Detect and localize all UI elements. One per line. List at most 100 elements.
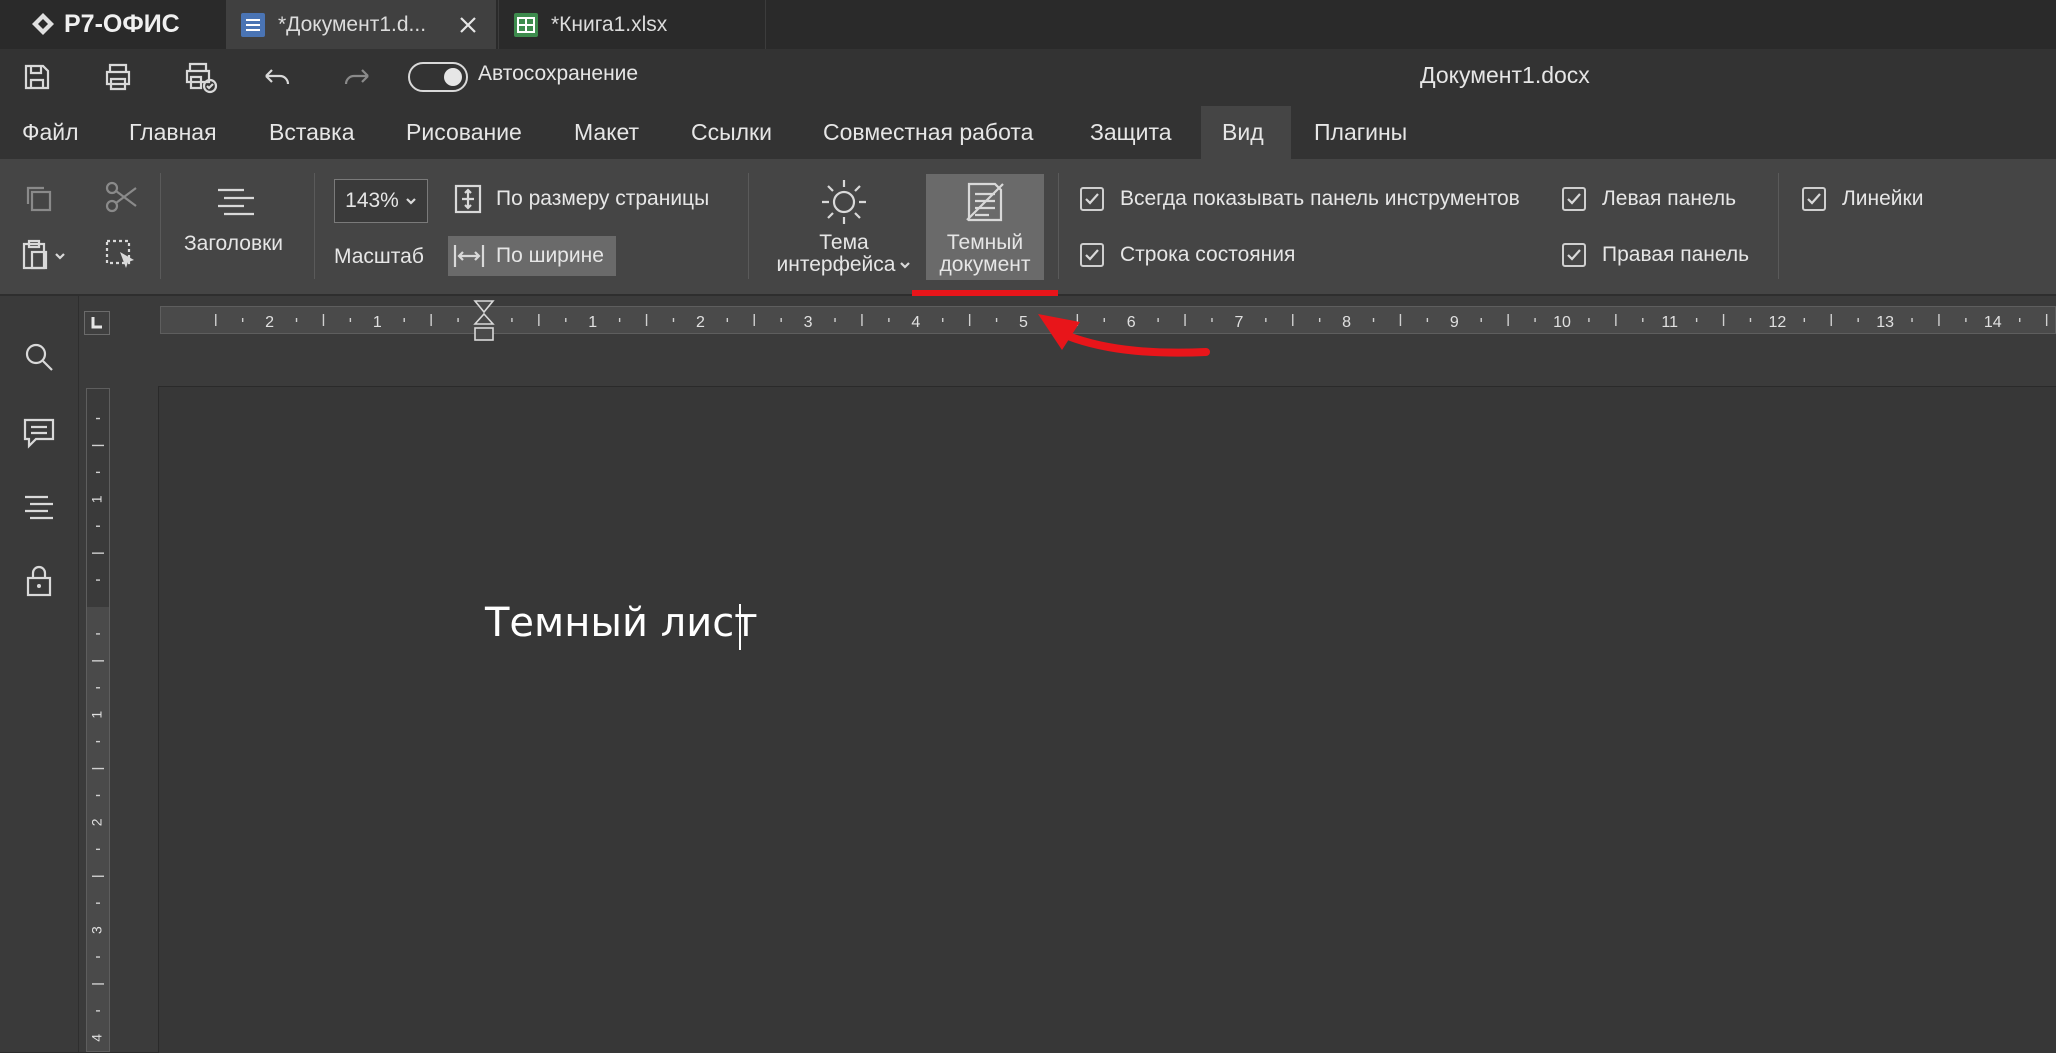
separator	[748, 173, 749, 279]
tab-spreadsheet-label: *Книга1.xlsx	[551, 12, 668, 36]
spreadsheet-icon	[514, 12, 538, 37]
menu-draw[interactable]: Рисование	[406, 106, 522, 159]
logo-diamond-icon	[32, 13, 54, 35]
quick-print-icon[interactable]	[182, 60, 218, 94]
vertical-ruler[interactable]: 1 1 2 3 4	[86, 388, 110, 1052]
document-page[interactable]	[158, 386, 2056, 1053]
menu-view[interactable]: Вид	[1222, 106, 1264, 159]
tab-document[interactable]: *Документ1.d...	[226, 0, 496, 49]
ruler-label: 2	[89, 818, 105, 826]
checkbox-label: Линейки	[1842, 187, 1924, 210]
ruler-label: 8	[1342, 314, 1351, 331]
ruler-label: 1	[588, 314, 597, 331]
fit-width-button[interactable]: По ширине	[448, 236, 616, 276]
checkbox-box[interactable]	[1562, 243, 1586, 267]
indent-marker[interactable]	[472, 298, 496, 344]
ruler-label: 12	[1769, 314, 1787, 331]
ruler-label: 7	[1234, 314, 1243, 331]
checkbox-label: Строка состояния	[1120, 243, 1296, 266]
ruler-label: 2	[265, 314, 274, 331]
lock-icon[interactable]	[24, 564, 54, 598]
ruler-label: 1	[89, 495, 105, 503]
ruler-label: 3	[89, 926, 105, 934]
save-icon[interactable]	[22, 62, 52, 92]
ruler-label: 1	[89, 711, 105, 719]
checkbox-box[interactable]	[1080, 243, 1104, 267]
undo-icon[interactable]	[262, 66, 294, 90]
checkmark-icon	[1085, 193, 1099, 205]
search-icon[interactable]	[22, 340, 56, 374]
left-panel	[0, 296, 79, 1052]
checkbox-label: Правая панель	[1602, 243, 1750, 266]
menu-plugins[interactable]: Плагины	[1314, 106, 1407, 159]
checkbox-left-panel[interactable]: Левая панель	[1562, 187, 1736, 211]
redo-icon[interactable]	[340, 66, 372, 90]
paste-icon[interactable]	[20, 238, 70, 272]
menu-references[interactable]: Ссылки	[691, 106, 772, 159]
ruler-label: 10	[1553, 314, 1571, 331]
checkmark-icon	[1567, 249, 1581, 261]
print-icon[interactable]	[102, 62, 134, 92]
dark-document-button[interactable]: Темный документ	[926, 174, 1044, 280]
navigation-icon[interactable]	[22, 492, 56, 522]
checkbox-box[interactable]	[1080, 187, 1104, 211]
menu-layout[interactable]: Макет	[574, 106, 639, 159]
copy-icon[interactable]	[22, 182, 56, 216]
autosave-toggle[interactable]	[408, 62, 468, 92]
menu-insert[interactable]: Вставка	[269, 106, 355, 159]
checkbox-box[interactable]	[1562, 187, 1586, 211]
checkmark-icon	[1085, 249, 1099, 261]
checkbox-rulers[interactable]: Линейки	[1802, 187, 1923, 211]
select-all-icon[interactable]	[104, 238, 138, 272]
dark-document-icon	[966, 182, 1004, 222]
ruler-label: 9	[1450, 314, 1459, 331]
close-icon[interactable]	[458, 15, 478, 35]
checkbox-label: Всегда показывать панель инструментов	[1120, 187, 1520, 210]
cut-icon[interactable]	[104, 180, 140, 214]
checkmark-icon	[1567, 193, 1581, 205]
menu-home[interactable]: Главная	[129, 106, 217, 159]
toggle-knob	[444, 68, 462, 86]
separator	[160, 173, 161, 279]
fit-width-icon	[453, 245, 485, 267]
sun-theme-icon[interactable]	[818, 176, 870, 228]
document-icon	[241, 12, 265, 37]
zoom-select[interactable]: 143%	[334, 179, 428, 223]
annotation-arrow-icon	[1038, 314, 1210, 357]
tab-spreadsheet[interactable]: *Книга1.xlsx	[498, 0, 766, 49]
document-text[interactable]: Темный лист	[485, 600, 758, 646]
menu-protection[interactable]: Защита	[1090, 106, 1172, 159]
zoom-label: Масштаб	[334, 245, 424, 268]
menu-file[interactable]: Файл	[22, 106, 79, 159]
tab-stop-selector[interactable]	[84, 311, 110, 335]
headings-icon[interactable]	[214, 184, 258, 224]
headings-label[interactable]: Заголовки	[184, 232, 283, 256]
fit-page-icon	[454, 184, 482, 214]
chevron-down-icon	[406, 198, 416, 205]
ruler-label: 2	[696, 314, 705, 331]
fit-width-label: По ширине	[496, 244, 604, 267]
fit-page-button[interactable]: По размеру страницы	[452, 183, 709, 215]
checkbox-right-panel[interactable]: Правая панель	[1562, 243, 1749, 267]
checkbox-status-bar[interactable]: Строка состояния	[1080, 243, 1295, 267]
checkmark-icon	[1807, 193, 1821, 205]
separator	[1058, 173, 1059, 279]
comments-icon[interactable]	[22, 416, 56, 450]
fit-page-label: По размеру страницы	[496, 187, 710, 210]
text-cursor	[739, 604, 741, 650]
ruler-label: 3	[804, 314, 813, 331]
logo-text: Р7-ОФИС	[64, 9, 180, 38]
zoom-value: 143%	[345, 189, 399, 212]
dark-document-label-line1: Темный	[946, 231, 1024, 254]
ruler-label: 14	[1984, 314, 2002, 331]
separator	[314, 173, 315, 279]
interface-theme-button[interactable]: Тема интерфейса	[770, 232, 918, 276]
ruler-label: 11	[1661, 314, 1678, 331]
checkbox-always-show-toolbar[interactable]: Всегда показывать панель инструментов	[1080, 187, 1520, 211]
chevron-down-icon	[900, 262, 911, 269]
menu-collaboration[interactable]: Совместная работа	[823, 106, 1033, 159]
checkbox-box[interactable]	[1802, 187, 1826, 211]
tab-document-label: *Документ1.d...	[278, 12, 427, 36]
ruler-label: 4	[89, 1034, 105, 1042]
quick-access-bar	[0, 49, 2056, 106]
